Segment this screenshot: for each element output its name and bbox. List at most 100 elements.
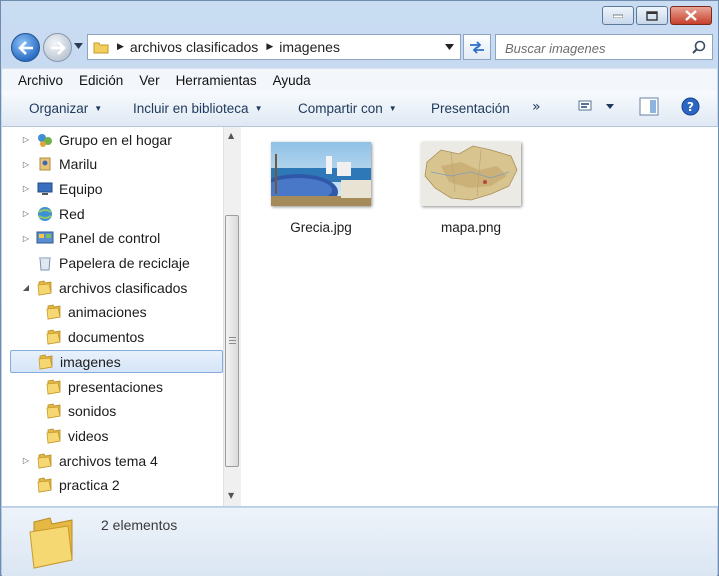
menu-ayuda[interactable]: Ayuda xyxy=(265,73,319,88)
address-bar[interactable]: ▶ archivos clasificados ▶ imagenes xyxy=(87,34,461,60)
chevron-right-icon[interactable]: ▶ xyxy=(266,42,273,52)
recycle-bin-icon xyxy=(36,255,54,271)
navigation-row: ▶ archivos clasificados ▶ imagenes xyxy=(1,31,718,65)
network-icon xyxy=(36,206,54,222)
navigation-scrollbar[interactable]: ▲ ▼ xyxy=(223,127,241,506)
folder-icon xyxy=(36,453,54,469)
more-commands-button[interactable]: » xyxy=(532,99,541,115)
close-button[interactable] xyxy=(670,6,712,25)
presentation-button[interactable]: Presentación xyxy=(431,101,510,116)
tree-item-presentaciones[interactable]: presentaciones xyxy=(20,375,163,398)
tree-item-sonidos[interactable]: sonidos xyxy=(20,400,116,423)
scroll-down-arrow[interactable]: ▼ xyxy=(228,491,234,500)
maximize-button[interactable] xyxy=(636,6,668,25)
close-icon xyxy=(685,10,697,21)
back-button[interactable] xyxy=(11,33,40,62)
tree-item-label: practica 2 xyxy=(59,477,120,494)
menu-herramientas[interactable]: Herramientas xyxy=(168,73,265,88)
chevron-down-icon: ▼ xyxy=(254,104,263,113)
svg-text:?: ? xyxy=(687,100,694,114)
tree-item-imagenes[interactable]: imagenes xyxy=(10,350,223,374)
minimize-icon xyxy=(613,14,623,18)
tree-item-label: archivos clasificados xyxy=(59,279,188,296)
expand-arrow-icon[interactable]: ▷ xyxy=(20,456,32,465)
user-icon xyxy=(36,156,54,172)
file-item[interactable]: Grecia.jpg xyxy=(258,142,381,235)
tree-item-panel-de-control[interactable]: ▷ Panel de control xyxy=(20,227,160,250)
map-thumbnail xyxy=(421,142,521,206)
tree-item-equipo[interactable]: ▷ Equipo xyxy=(20,177,103,200)
share-with-button[interactable]: Compartir con ▼ xyxy=(298,101,397,116)
search-box[interactable] xyxy=(495,34,713,60)
chevron-down-icon: ▼ xyxy=(388,104,397,113)
navigation-pane: ▲ ▼ ▷ Grupo en el hogar ▷ Marilu ▷ Equipo ▷ Red… xyxy=(2,127,241,506)
search-icon[interactable] xyxy=(692,40,706,54)
scroll-up-arrow[interactable]: ▲ xyxy=(228,131,234,140)
tree-item-marilu[interactable]: ▷ Marilu xyxy=(20,153,97,176)
forward-button[interactable] xyxy=(43,33,72,62)
tree-item-grupo-en-el-hogar[interactable]: ▷ Grupo en el hogar xyxy=(20,128,172,151)
computer-icon xyxy=(36,181,54,197)
include-in-library-button[interactable]: Incluir en biblioteca ▼ xyxy=(133,101,263,116)
scrollbar-thumb[interactable] xyxy=(225,215,239,467)
tree-item-animaciones[interactable]: animaciones xyxy=(20,301,147,324)
tree-item-label: sonidos xyxy=(68,403,117,420)
folder-icon xyxy=(36,280,54,296)
breadcrumb-archivos-clasificados[interactable]: archivos clasificados xyxy=(130,39,258,55)
item-count: 2 elementos xyxy=(101,517,178,533)
tree-item-label: Marilu xyxy=(59,156,98,173)
chevron-down-icon[interactable] xyxy=(606,104,614,109)
tree-item-archivos-tema-4[interactable]: ▷ archivos tema 4 xyxy=(20,449,158,472)
organize-button[interactable]: Organizar ▼ xyxy=(29,101,102,116)
arrow-right-icon xyxy=(50,40,66,55)
menu-bar: Archivo Edición Ver Herramientas Ayuda xyxy=(2,68,717,91)
menu-ver[interactable]: Ver xyxy=(131,73,167,88)
refresh-icon xyxy=(470,41,484,54)
breadcrumb-imagenes[interactable]: imagenes xyxy=(279,39,340,55)
recent-pages-dropdown[interactable] xyxy=(74,43,83,49)
preview-pane-icon[interactable] xyxy=(639,97,659,116)
tree-item-archivos-clasificados[interactable]: ◢ archivos clasificados xyxy=(20,276,187,299)
minimize-button[interactable] xyxy=(602,6,634,25)
tree-item-videos[interactable]: videos xyxy=(20,424,108,447)
chevron-down-icon[interactable] xyxy=(445,44,454,50)
chevron-down-icon: ▼ xyxy=(94,104,103,113)
folder-icon xyxy=(37,354,55,370)
tree-item-label: documentos xyxy=(68,329,145,346)
greece-photo-thumbnail xyxy=(258,142,371,210)
tree-item-papelera-de-reciclaje[interactable]: Papelera de reciclaje xyxy=(20,252,190,275)
chevron-right-icon[interactable]: ▶ xyxy=(117,42,124,52)
file-item[interactable]: mapa.png xyxy=(411,142,531,235)
tree-item-label: archivos tema 4 xyxy=(59,452,158,469)
tree-item-practica-2[interactable]: practica 2 xyxy=(20,474,120,497)
control-panel-icon xyxy=(36,230,54,246)
expand-arrow-icon[interactable]: ▷ xyxy=(20,160,32,169)
homegroup-icon xyxy=(36,132,54,148)
folder-icon xyxy=(45,428,63,444)
tree-item-label: Panel de control xyxy=(59,230,161,247)
folder-icon xyxy=(45,304,63,320)
folder-icon xyxy=(45,403,63,419)
expand-arrow-icon[interactable]: ▷ xyxy=(20,184,32,193)
search-input[interactable] xyxy=(503,36,687,60)
tree-item-red[interactable]: ▷ Red xyxy=(20,202,85,225)
tree-item-label: imagenes xyxy=(60,353,121,370)
file-name: mapa.png xyxy=(440,220,502,235)
menu-edicion[interactable]: Edición xyxy=(71,73,131,88)
collapse-arrow-icon[interactable]: ◢ xyxy=(20,283,32,292)
menu-archivo[interactable]: Archivo xyxy=(2,73,71,88)
tree-item-label: animaciones xyxy=(68,304,147,321)
tree-item-documentos[interactable]: documentos xyxy=(20,326,144,349)
explorer-window: ▶ archivos clasificados ▶ imagenes Archi… xyxy=(0,0,719,576)
folder-icon xyxy=(29,517,73,569)
tree-item-label: Papelera de reciclaje xyxy=(59,255,190,271)
help-icon[interactable]: ? xyxy=(681,97,700,116)
command-bar: Organizar ▼ Incluir en biblioteca ▼ Compar… xyxy=(2,91,717,127)
view-options-icon[interactable] xyxy=(578,99,594,113)
expand-arrow-icon[interactable]: ▷ xyxy=(20,209,32,218)
maximize-icon xyxy=(646,10,658,21)
expand-arrow-icon[interactable]: ▷ xyxy=(20,135,32,144)
refresh-button[interactable] xyxy=(463,34,491,60)
expand-arrow-icon[interactable]: ▷ xyxy=(20,234,32,243)
file-name: Grecia.jpg xyxy=(290,220,352,235)
